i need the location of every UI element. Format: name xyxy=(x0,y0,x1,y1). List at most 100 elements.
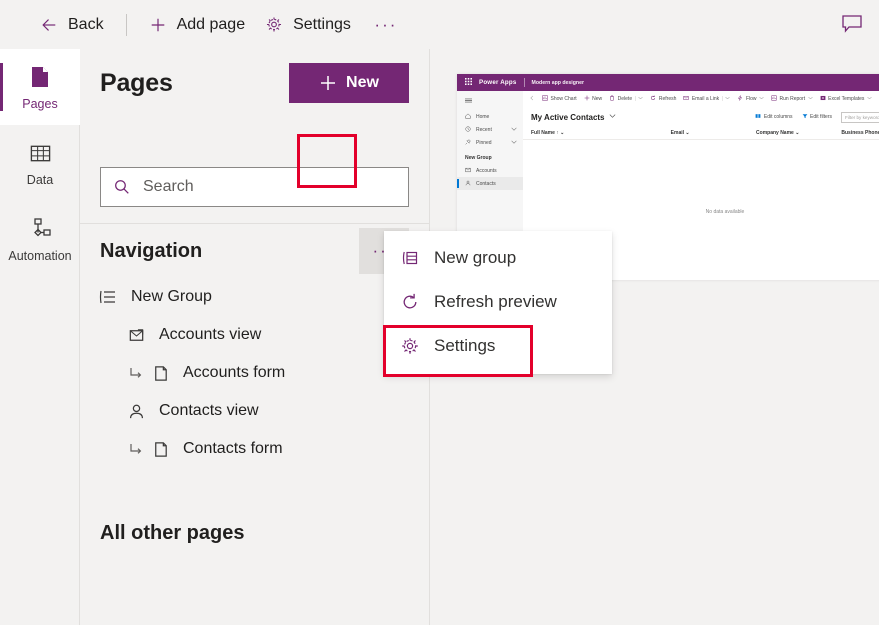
preview-grid-header: Full Name ↑ ⌄ Email ⌄ Company Name ⌄ Bus… xyxy=(523,127,879,140)
preview-cmd-email-link[interactable]: Email a Link | xyxy=(683,95,731,103)
pages-panel-header: Pages New xyxy=(80,49,429,153)
tree-item-accounts-view[interactable]: Accounts view xyxy=(80,316,429,354)
tree-item-label: New Group xyxy=(131,288,212,305)
preview-cmd-label: New xyxy=(592,96,603,102)
preview-nav-pinned[interactable]: Pinned xyxy=(457,136,523,149)
new-page-button[interactable]: New xyxy=(289,63,409,103)
preview-command-bar: Show Chart New Delete | Refresh Email a … xyxy=(523,91,879,107)
context-menu-label: Settings xyxy=(434,336,496,355)
email-icon xyxy=(683,95,690,103)
context-menu-label: Refresh preview xyxy=(434,292,557,311)
preview-col-header[interactable]: Email ⌄ xyxy=(671,130,756,136)
columns-icon xyxy=(755,113,761,121)
sidebar-item-automation[interactable]: Automation xyxy=(0,201,80,277)
all-other-pages-title: All other pages xyxy=(100,522,245,544)
plus-icon xyxy=(321,76,336,90)
sidebar-item-pages-label: Pages xyxy=(22,97,58,111)
tree-item-accounts-form[interactable]: Accounts form xyxy=(80,354,429,392)
navigation-section-title: Navigation xyxy=(100,239,203,262)
preview-nav-home[interactable]: Home xyxy=(457,110,523,123)
preview-cmd-run-report[interactable]: Run Report xyxy=(771,95,813,103)
search-box[interactable] xyxy=(100,167,409,207)
view-icon xyxy=(465,167,471,175)
preview-cmd-label: Excel Templates xyxy=(828,96,865,102)
tree-item-new-group[interactable]: New Group xyxy=(80,278,429,316)
flow-icon xyxy=(737,95,743,103)
sidebar-item-data-label: Data xyxy=(26,173,54,187)
excel-icon xyxy=(820,95,826,103)
preview-back-icon[interactable] xyxy=(529,95,535,103)
preview-cmd-show-chart[interactable]: Show Chart xyxy=(542,95,577,103)
preview-col-header[interactable]: Full Name ↑ ⌄ xyxy=(531,130,671,136)
preview-cmd-new[interactable]: New xyxy=(584,95,603,103)
recent-icon xyxy=(465,125,471,134)
waffle-icon[interactable] xyxy=(465,78,472,87)
app-root: Back Add page Settings ··· Pages Data Au… xyxy=(0,0,879,625)
back-button-label: Back xyxy=(68,15,104,33)
preview-edit-columns[interactable]: Edit columns xyxy=(755,113,793,121)
preview-view-selector-row: My Active Contacts Edit columns Edit fil… xyxy=(523,107,879,127)
toolbar-overflow-button[interactable]: ··· xyxy=(369,10,403,40)
plus-icon xyxy=(149,16,167,34)
sidebar-item-data[interactable]: Data xyxy=(0,125,80,201)
tree-item-label: Contacts view xyxy=(159,402,259,419)
new-group-icon xyxy=(400,248,420,268)
preview-edit-filters[interactable]: Edit filters xyxy=(802,113,832,121)
preview-cmd-flow[interactable]: Flow xyxy=(737,95,764,103)
preview-view-name: My Active Contacts xyxy=(531,112,605,122)
plus-icon xyxy=(584,95,590,103)
comments-button[interactable] xyxy=(837,10,867,38)
add-page-label: Add page xyxy=(176,15,246,33)
preview-nav-recent[interactable]: Recent xyxy=(457,123,523,136)
sidebar-item-pages[interactable]: Pages xyxy=(0,49,80,125)
preview-app-name: Modern app designer xyxy=(531,79,584,86)
left-rail: Pages Data Automation xyxy=(0,49,80,625)
settings-button[interactable]: Settings xyxy=(255,7,361,43)
search-input[interactable] xyxy=(143,178,396,196)
context-menu-item-settings[interactable]: Settings xyxy=(384,324,612,368)
preview-nav-accounts[interactable]: Accounts xyxy=(457,164,523,177)
top-command-bar: Back Add page Settings ··· xyxy=(0,0,879,49)
preview-col-header[interactable]: Business Phone ⌄ xyxy=(841,130,879,136)
contact-icon xyxy=(124,402,148,421)
back-arrow-icon xyxy=(40,16,58,34)
refresh-icon xyxy=(650,95,656,103)
preview-cmd-label: Email a Link xyxy=(691,96,720,102)
preview-nav-label: Recent xyxy=(476,126,492,133)
group-list-icon xyxy=(96,287,120,307)
preview-filter-placeholder: Filter by keyword xyxy=(845,114,879,120)
gear-icon xyxy=(400,336,420,356)
chart-icon xyxy=(542,95,548,103)
preview-cmd-label: Run Report xyxy=(779,96,806,102)
preview-cmd-label: Refresh xyxy=(658,96,677,102)
preview-cmd-excel-templates[interactable]: Excel Templates xyxy=(820,95,872,103)
preview-cmd-delete[interactable]: Delete | xyxy=(609,95,644,103)
new-page-button-label: New xyxy=(346,74,379,91)
settings-button-label: Settings xyxy=(293,15,351,33)
tree-item-label: Accounts view xyxy=(159,326,262,343)
chevron-down-icon[interactable] xyxy=(609,114,616,120)
preview-filter-input[interactable]: Filter by keyword xyxy=(841,111,879,123)
preview-cmd-refresh[interactable]: Refresh xyxy=(650,95,676,103)
preview-col-header[interactable]: Company Name ⌄ xyxy=(756,130,841,136)
tree-item-label: Contacts form xyxy=(183,440,283,457)
chevron-down-icon xyxy=(725,96,731,102)
preview-nav-contacts[interactable]: Contacts xyxy=(457,177,523,190)
preview-nav-label: Accounts xyxy=(476,167,497,174)
navigation-tree: New Group Accounts view Accounts form Co… xyxy=(80,278,429,468)
hamburger-icon[interactable] xyxy=(457,96,523,110)
chevron-down-icon xyxy=(759,96,764,102)
contact-icon xyxy=(465,180,471,188)
add-page-button[interactable]: Add page xyxy=(139,7,256,43)
context-menu-item-new-group[interactable]: New group xyxy=(384,236,612,280)
form-icon xyxy=(148,364,172,383)
tree-item-contacts-view[interactable]: Contacts view xyxy=(80,392,429,430)
navigation-section-header: Navigation ··· xyxy=(80,224,429,278)
preview-header: Power Apps Modern app designer ? xyxy=(457,74,879,91)
tree-item-contacts-form[interactable]: Contacts form xyxy=(80,430,429,468)
toolbar-divider xyxy=(125,13,127,36)
context-menu-item-refresh-preview[interactable]: Refresh preview xyxy=(384,280,612,324)
back-button[interactable]: Back xyxy=(30,7,114,43)
sidebar-item-automation-label: Automation xyxy=(8,249,72,263)
chevron-down-icon xyxy=(867,96,872,102)
